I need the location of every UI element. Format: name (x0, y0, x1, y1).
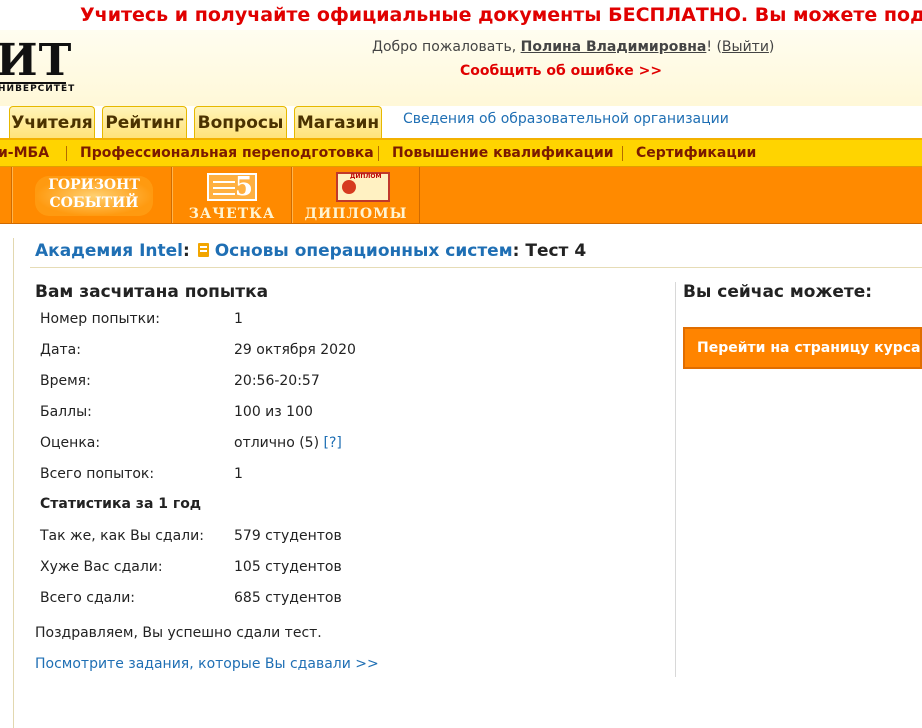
tab-rating[interactable]: Рейтинг (102, 106, 187, 138)
total-passed-label: Всего сдали: (40, 590, 136, 606)
book-icon (197, 243, 209, 257)
diploma-icon: ДИПЛОМ (336, 172, 390, 202)
sidebar-divider (675, 282, 676, 677)
zachetka-banner[interactable]: 5 ЗАЧЕТКА (172, 167, 292, 223)
menu-qualification[interactable]: Повышение квалификации (392, 140, 614, 167)
date-label: Дата: (40, 342, 81, 358)
gradebook-line (213, 181, 235, 183)
total-passed-value: 685 студентов (234, 590, 342, 606)
welcome-close: ) (768, 39, 775, 55)
grade-value: отлично (5) (234, 435, 320, 451)
breadcrumb-course[interactable]: Основы операционных систем (215, 241, 513, 261)
report-error-link[interactable]: Сообщить об ошибке >> (460, 63, 662, 79)
same-grade-value: 579 студентов (234, 528, 342, 544)
time-value: 20:56-20:57 (234, 373, 320, 389)
breadcrumb: Академия Intel: Основы операционных сист… (35, 241, 586, 261)
zachetka-label: ЗАЧЕТКА (188, 206, 276, 222)
horizon-logo: ГОРИЗОНТ СОБЫТИЙ (35, 176, 153, 216)
score-label: Баллы: (40, 404, 92, 420)
site-header: ИТ НИВЕРСИТЕТ Добро пожаловать, Полина В… (0, 30, 922, 106)
sidebar-title: Вы сейчас можете: (683, 282, 873, 302)
logo-subtitle: НИВЕРСИТЕТ (0, 84, 76, 94)
welcome-after: ! ( (706, 39, 722, 55)
grade-label: Оценка: (40, 435, 101, 451)
diplomas-banner[interactable]: ДИПЛОМ ДИПЛОМЫ (292, 167, 420, 223)
gradebook-line (213, 187, 235, 189)
menu-retraining[interactable]: Профессиональная переподготовка (80, 140, 374, 167)
gradebook-line (213, 193, 235, 195)
user-name-link[interactable]: Полина Владимировна (521, 39, 707, 55)
result-title: Вам засчитана попытка (35, 282, 269, 302)
diploma-seal-icon (342, 180, 356, 194)
score-value: 100 из 100 (234, 404, 313, 420)
tab-questions[interactable]: Вопросы (194, 106, 287, 138)
gradebook-number: 5 (234, 172, 253, 202)
worse-grade-label: Хуже Вас сдали: (40, 559, 163, 575)
welcome-message: Добро пожаловать, Полина Владимировна! (… (372, 39, 774, 55)
horizon-line1: ГОРИЗОНТ (48, 177, 140, 193)
gradebook-icon: 5 (207, 172, 257, 202)
breadcrumb-sep: : (182, 241, 190, 261)
same-grade-label: Так же, как Вы сдали: (40, 528, 204, 544)
breadcrumb-sep: : (512, 241, 520, 261)
title-divider (30, 267, 922, 268)
worse-grade-value: 105 студентов (234, 559, 342, 575)
menu-divider (66, 146, 67, 161)
content-left-border (13, 238, 14, 728)
promo-banner-text[interactable]: Учитесь и получайте официальные документ… (0, 0, 922, 30)
menu-certification[interactable]: Сертификации (636, 140, 756, 167)
org-info-link[interactable]: Сведения об образовательной организации (403, 111, 729, 127)
date-value: 29 октября 2020 (234, 342, 356, 358)
go-to-course-button[interactable]: Перейти на страницу курса (683, 327, 922, 369)
tab-teachers[interactable]: Учителя (9, 106, 95, 138)
horizon-line2: СОБЫТИЙ (49, 195, 139, 211)
tab-shop[interactable]: Магазин (294, 106, 382, 138)
stats-title: Статистика за 1 год (40, 496, 202, 512)
banner-edge (0, 167, 12, 223)
program-menu: и-МБА Профессиональная переподготовка По… (0, 138, 922, 167)
breadcrumb-current: Тест 4 (525, 241, 587, 261)
attempt-number-value: 1 (234, 311, 243, 327)
diploma-icon-label: ДИПЛОМ (350, 173, 382, 180)
congrats-message: Поздравляем, Вы успешно сдали тест. (35, 625, 322, 641)
welcome-prefix: Добро пожаловать, (372, 39, 521, 55)
grade-value-wrap: отлично (5) [?] (234, 435, 342, 451)
grade-help-link[interactable]: [?] (324, 435, 342, 451)
menu-divider (622, 146, 623, 161)
total-attempts-value: 1 (234, 466, 243, 482)
logout-link[interactable]: Выйти (722, 39, 769, 55)
time-label: Время: (40, 373, 91, 389)
breadcrumb-academy[interactable]: Академия Intel (35, 241, 183, 261)
banner-bar: ГОРИЗОНТ СОБЫТИЙ 5 ЗАЧЕТКА ДИПЛОМ ДИПЛОМ… (0, 167, 922, 224)
horizon-banner[interactable]: ГОРИЗОНТ СОБЫТИЙ (12, 167, 172, 223)
attempt-number-label: Номер попытки: (40, 311, 160, 327)
menu-divider (378, 146, 379, 161)
site-logo[interactable]: ИТ (0, 38, 72, 84)
total-attempts-label: Всего попыток: (40, 466, 155, 482)
view-tasks-link[interactable]: Посмотрите задания, которые Вы сдавали >… (35, 656, 379, 672)
diplomas-label: ДИПЛОМЫ (304, 206, 408, 222)
menu-mba[interactable]: и-МБА (0, 140, 49, 167)
